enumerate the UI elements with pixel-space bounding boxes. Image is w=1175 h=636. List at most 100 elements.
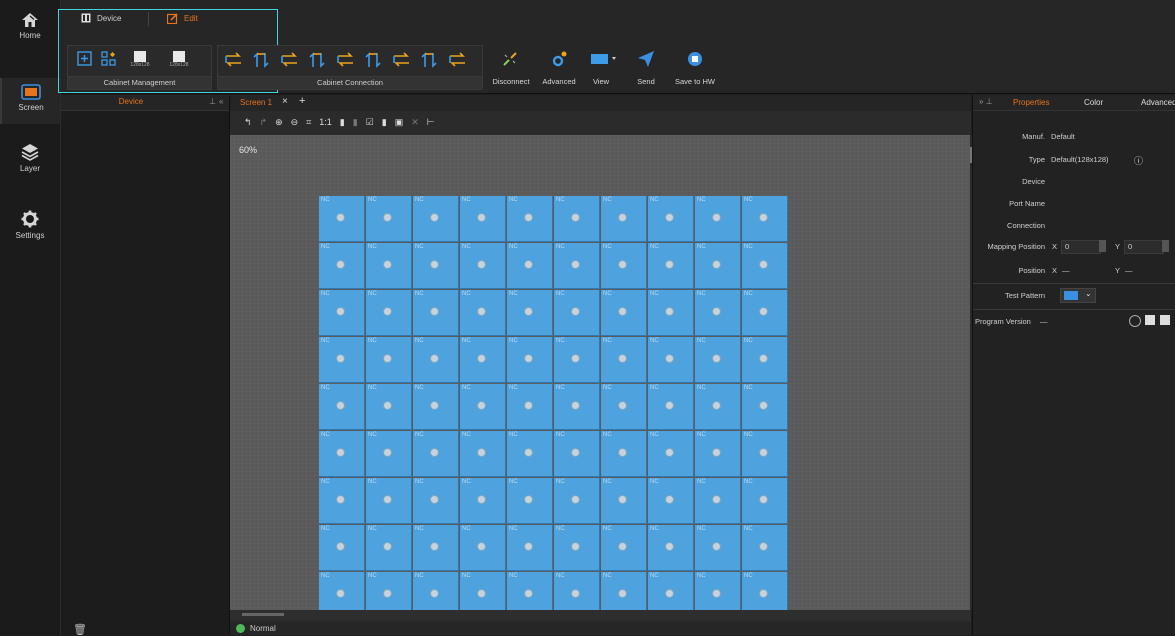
cabinet-tile[interactable]: NC: [742, 431, 788, 477]
cabinet-tile[interactable]: NC: [319, 525, 365, 571]
cabinet-tile[interactable]: NC: [460, 196, 506, 242]
screen-tab[interactable]: Screen 1: [240, 98, 272, 107]
tab-color[interactable]: Color: [1084, 98, 1103, 107]
cabinet-tile[interactable]: NC: [366, 572, 412, 610]
refresh-icon[interactable]: [1129, 315, 1141, 327]
cabinet-tile[interactable]: NC: [648, 525, 694, 571]
mapping-x-stepper[interactable]: [1099, 240, 1106, 252]
cabinet-tile[interactable]: NC: [460, 431, 506, 477]
fit-icon[interactable]: ⌗: [306, 117, 311, 128]
cabinet-tile[interactable]: NC: [695, 384, 741, 430]
cabinet-tile[interactable]: NC: [695, 572, 741, 610]
cabinet-tile[interactable]: NC: [601, 337, 647, 383]
send-button[interactable]: [635, 49, 657, 69]
cabinet-tile[interactable]: NC: [460, 384, 506, 430]
mapping-y-stepper[interactable]: [1162, 240, 1169, 252]
cabinet-tile[interactable]: NC: [742, 572, 788, 610]
cabinet-tile[interactable]: NC: [413, 478, 459, 524]
delete-icon[interactable]: ▮: [382, 117, 387, 128]
cabinet-tile[interactable]: NC: [507, 243, 553, 289]
cabinet-tile[interactable]: NC: [319, 290, 365, 336]
eraser-icon[interactable]: ▮: [353, 117, 358, 128]
mapping-y-input[interactable]: 0: [1124, 240, 1164, 254]
cabinet-tile[interactable]: NC: [413, 431, 459, 477]
cabinet-tile[interactable]: NC: [554, 337, 600, 383]
disconnect-button[interactable]: [499, 50, 521, 68]
cabinet-tile[interactable]: NC: [554, 431, 600, 477]
cabinet-tile[interactable]: NC: [554, 525, 600, 571]
cabinet-tile[interactable]: NC: [601, 384, 647, 430]
tab-advanced[interactable]: Advanced: [1141, 98, 1175, 107]
conn-s-left-icon[interactable]: [392, 51, 411, 69]
cabinet-tile[interactable]: NC: [507, 572, 553, 610]
redo-icon[interactable]: ↱: [260, 117, 268, 128]
cabinet-tile[interactable]: NC: [507, 196, 553, 242]
cabinet-tile[interactable]: NC: [507, 525, 553, 571]
cabinet-tile[interactable]: NC: [366, 290, 412, 336]
cabinet-tile[interactable]: NC: [554, 290, 600, 336]
cabinet-tile[interactable]: NC: [601, 290, 647, 336]
download-icon[interactable]: [1145, 315, 1155, 325]
nav-home[interactable]: Home: [0, 12, 60, 40]
cabinet-tile[interactable]: NC: [695, 431, 741, 477]
cabinet-tile[interactable]: NC: [648, 478, 694, 524]
close-tab-icon[interactable]: ×: [282, 96, 288, 107]
cabinet-tile[interactable]: NC: [648, 572, 694, 610]
cabinet-tile[interactable]: NC: [460, 337, 506, 383]
cabinet-tile[interactable]: NC: [695, 525, 741, 571]
cabinet-tile[interactable]: NC: [648, 431, 694, 477]
cabinet-tile[interactable]: NC: [460, 572, 506, 610]
cabinet-tile[interactable]: NC: [742, 384, 788, 430]
cabinet-tile[interactable]: NC: [366, 478, 412, 524]
conn-s-up-icon[interactable]: [364, 51, 383, 69]
cabinet-tile[interactable]: NC: [601, 525, 647, 571]
cabinet-size-b-button[interactable]: 128x128: [164, 49, 194, 69]
cabinet-tile[interactable]: NC: [695, 337, 741, 383]
save-to-hw-button[interactable]: [684, 48, 706, 70]
trash-icon[interactable]: 🗑: [73, 623, 87, 636]
tab-properties[interactable]: Properties: [1013, 98, 1049, 107]
test-pattern-dropdown[interactable]: ⌄: [1060, 288, 1096, 303]
cabinet-tile[interactable]: NC: [319, 243, 365, 289]
cabinet-tile[interactable]: NC: [554, 478, 600, 524]
cabinet-tile[interactable]: NC: [413, 196, 459, 242]
cabinet-tile[interactable]: NC: [742, 243, 788, 289]
cabinet-tile[interactable]: NC: [742, 196, 788, 242]
cabinet-tile[interactable]: NC: [366, 243, 412, 289]
cabinet-tile[interactable]: NC: [648, 243, 694, 289]
cabinet-tile[interactable]: NC: [554, 572, 600, 610]
cabinet-tile[interactable]: NC: [319, 572, 365, 610]
cabinet-tile[interactable]: NC: [366, 337, 412, 383]
cabinet-tile[interactable]: NC: [601, 572, 647, 610]
tab-device[interactable]: Device: [81, 13, 121, 23]
select-icon[interactable]: ☑: [366, 117, 374, 128]
horizontal-scrollbar[interactable]: [230, 610, 971, 620]
conn-s-down-icon[interactable]: [420, 51, 439, 69]
cabinet-tile[interactable]: NC: [554, 384, 600, 430]
cabinet-size-a-button[interactable]: 128x128: [125, 49, 155, 69]
conn-down-up-icon[interactable]: [308, 51, 327, 69]
cabinet-tile[interactable]: NC: [319, 478, 365, 524]
cabinet-tile[interactable]: NC: [507, 384, 553, 430]
conn-s-right-icon[interactable]: [336, 51, 355, 69]
conn-left-right-icon[interactable]: [280, 51, 299, 69]
cabinet-tile[interactable]: NC: [507, 290, 553, 336]
nav-settings[interactable]: Settings: [0, 210, 60, 240]
upload-icon[interactable]: [1160, 315, 1170, 325]
cabinet-tile[interactable]: NC: [742, 290, 788, 336]
cabinet-tile[interactable]: NC: [413, 525, 459, 571]
cabinet-tile[interactable]: NC: [601, 431, 647, 477]
cabinet-tile[interactable]: NC: [507, 431, 553, 477]
cabinet-tile[interactable]: NC: [507, 337, 553, 383]
add-cabinet-button[interactable]: [76, 50, 92, 66]
zoom-in-icon[interactable]: ⊕: [275, 117, 283, 128]
cabinet-tile[interactable]: NC: [695, 196, 741, 242]
cabinet-tile[interactable]: NC: [601, 196, 647, 242]
cabinet-tile[interactable]: NC: [319, 337, 365, 383]
cabinet-tile[interactable]: NC: [460, 525, 506, 571]
cabinet-tile[interactable]: NC: [460, 478, 506, 524]
cabinet-tile[interactable]: NC: [366, 525, 412, 571]
cabinet-tile[interactable]: NC: [554, 196, 600, 242]
cabinet-tile[interactable]: NC: [695, 478, 741, 524]
cabinet-tile[interactable]: NC: [601, 243, 647, 289]
